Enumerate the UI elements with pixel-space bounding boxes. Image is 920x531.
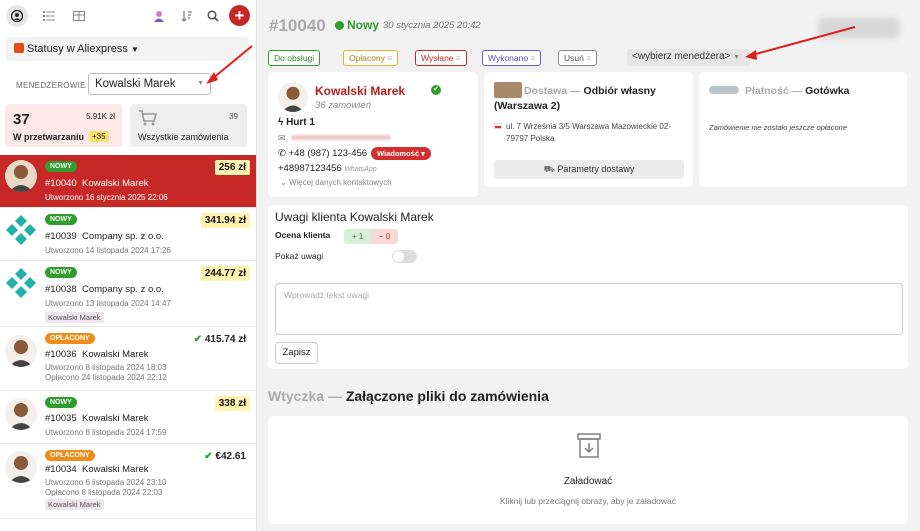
annotation-arrows xyxy=(206,26,856,84)
annotation-arrow xyxy=(211,45,253,80)
annotation-arrowhead xyxy=(206,72,218,84)
annotation-arrowhead xyxy=(745,50,757,60)
annotation-arrow xyxy=(751,26,856,56)
